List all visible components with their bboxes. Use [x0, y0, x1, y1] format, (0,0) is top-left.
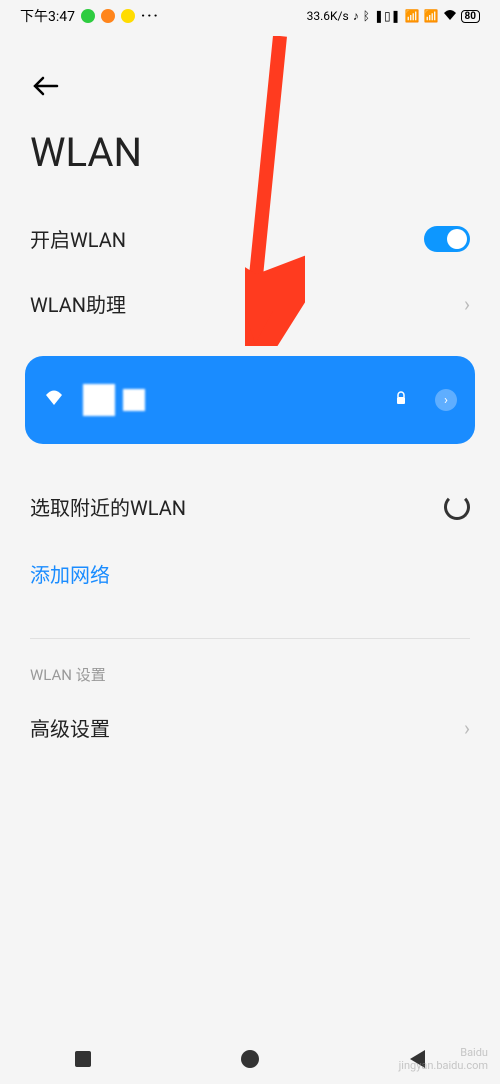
- advanced-settings-row[interactable]: 高级设置 ›: [25, 695, 475, 760]
- add-network-link[interactable]: 添加网络: [25, 539, 475, 608]
- status-time: 下午3:47: [20, 6, 75, 26]
- app-icon-3: [121, 9, 135, 23]
- app-icon-1: [81, 9, 95, 23]
- back-button[interactable]: [33, 70, 59, 103]
- nav-recent-button[interactable]: [75, 1051, 91, 1067]
- status-bar: 下午3:47 ··· 33.6K/s ♪ ᛒ ❚▯❚ 📶 📶 80: [0, 0, 500, 32]
- wifi-status-icon: [443, 9, 457, 24]
- wlan-enable-label: 开启WLAN: [30, 224, 126, 253]
- wlan-toggle[interactable]: [424, 226, 470, 252]
- bluetooth-icon: ᛒ: [363, 9, 370, 23]
- app-icon-2: [101, 9, 115, 23]
- watermark: Baidujingyan.baidu.com: [399, 1046, 488, 1072]
- network-detail-button[interactable]: ›: [435, 389, 457, 411]
- vibrate-icon: ❚▯❚: [374, 9, 401, 23]
- signal-2-icon: 📶: [424, 9, 439, 23]
- connected-network-card[interactable]: ›: [25, 356, 475, 444]
- chevron-right-icon: ›: [464, 716, 470, 740]
- wlan-assistant-row[interactable]: WLAN助理 ›: [25, 271, 475, 336]
- battery-icon: 80: [461, 10, 480, 23]
- wlan-assistant-label: WLAN助理: [30, 289, 126, 318]
- wlan-settings-section-label: WLAN 设置: [25, 659, 475, 695]
- chevron-right-icon: ›: [464, 292, 470, 316]
- network-name-blurred: [83, 384, 145, 416]
- status-right: 33.6K/s ♪ ᛒ ❚▯❚ 📶 📶 80: [307, 9, 480, 24]
- refresh-icon[interactable]: [444, 494, 470, 520]
- lock-icon: [395, 391, 407, 409]
- music-icon: ♪: [353, 9, 359, 23]
- net-speed: 33.6K/s: [307, 9, 349, 23]
- page-title: WLAN: [30, 129, 475, 176]
- nearby-label: 选取附近的WLAN: [30, 492, 186, 521]
- wifi-icon: [43, 388, 65, 413]
- advanced-label: 高级设置: [30, 713, 110, 742]
- content-area: WLAN 开启WLAN WLAN助理 › › 选取附近的WLAN 添加网络 WL…: [0, 32, 500, 760]
- wlan-enable-row: 开启WLAN: [25, 206, 475, 271]
- signal-1-icon: 📶: [405, 9, 420, 23]
- more-notifications-icon: ···: [141, 8, 160, 24]
- status-left: 下午3:47 ···: [20, 6, 160, 26]
- nav-home-button[interactable]: [241, 1050, 259, 1068]
- nearby-section-row: 选取附近的WLAN: [25, 464, 475, 539]
- divider: [30, 638, 470, 639]
